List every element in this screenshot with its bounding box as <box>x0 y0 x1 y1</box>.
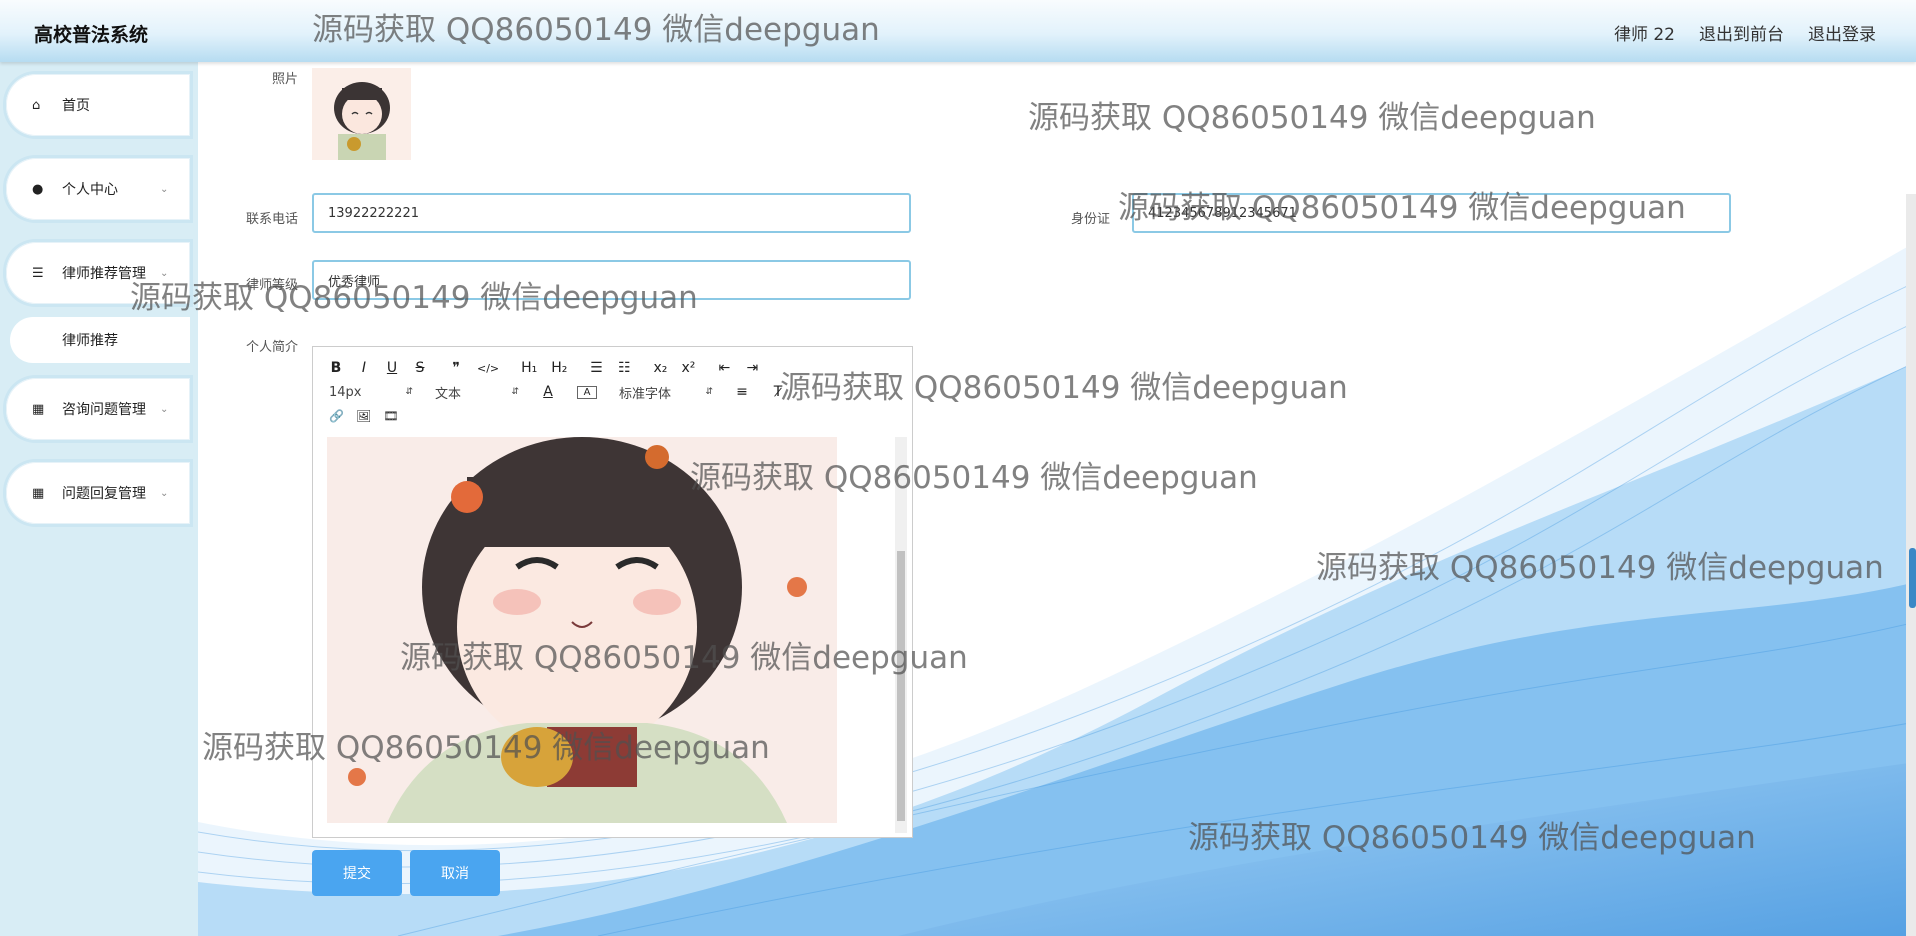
cancel-button[interactable]: 取消 <box>410 850 500 896</box>
sidebar-item-label: 问题回复管理 <box>62 486 146 502</box>
rich-text-editor[interactable]: B I U S ❞ </> H₁ H₂ ☰ ☷ x₂ x² ⇤ ⇥ 14px ⇵ <box>312 346 913 838</box>
sidebar-item-personal-center[interactable]: ● 个人中心 ⌄ <box>6 158 190 220</box>
id-card-value: 412345678912345671 <box>1148 205 1297 221</box>
sidebar-subitem-label: 律师推荐 <box>62 333 118 349</box>
exit-to-front-link[interactable]: 退出到前台 <box>1699 20 1784 45</box>
image-icon[interactable]: 🖼 <box>356 409 371 423</box>
lawyer-level-label: 律师等级 <box>245 278 298 293</box>
subscript-icon[interactable]: x₂ <box>653 360 667 376</box>
outdent-icon[interactable]: ⇤ <box>717 360 731 376</box>
sidebar-item-reply-mgmt[interactable]: ▦ 问题回复管理 ⌄ <box>6 462 190 524</box>
sidebar-item-home[interactable]: ⌂ 首页 <box>6 74 190 136</box>
superscript-icon[interactable]: x² <box>681 360 695 376</box>
sidebar-item-label: 咨询问题管理 <box>62 402 146 418</box>
sidebar: ⌂ 首页 ● 个人中心 ⌄ ☰ 律师推荐管理 ⌄ 律师推荐 ▦ 咨询问题管理 ⌄… <box>0 62 198 936</box>
chevron-down-icon: ⌄ <box>160 183 169 195</box>
bio-label: 个人简介 <box>245 340 298 355</box>
sidebar-item-label: 律师推荐管理 <box>62 266 146 282</box>
ordered-list-icon[interactable]: ☰ <box>589 360 603 376</box>
sliders-icon: ☰ <box>32 265 44 281</box>
toolbar-row-style: 14px ⇵ 文本 ⇵ A A 标准字体 ⇵ ≡ T̷ <box>329 381 785 403</box>
phone-label: 联系电话 <box>245 212 298 227</box>
top-navbar: 高校普法系统 律师 22 退出到前台 退出登录 <box>0 0 1916 62</box>
indent-icon[interactable]: ⇥ <box>745 360 759 376</box>
sidebar-item-label: 首页 <box>62 98 90 114</box>
app-title: 高校普法系统 <box>34 24 149 46</box>
grid-icon: ▦ <box>32 401 45 417</box>
page-scroll-thumb[interactable] <box>1909 548 1916 608</box>
text-type-value: 文本 <box>435 386 462 402</box>
clear-format-icon[interactable]: T̷ <box>771 384 785 400</box>
bold-icon[interactable]: B <box>329 360 343 376</box>
video-icon[interactable]: 🎞 <box>383 409 398 423</box>
submit-button[interactable]: 提交 <box>312 850 402 896</box>
toolbar-row-media: 🔗 🖼 🎞 <box>329 405 398 427</box>
heading2-icon[interactable]: H₂ <box>551 360 567 376</box>
font-family-select[interactable]: 标准字体 ⇵ <box>619 383 713 402</box>
home-icon: ⌂ <box>32 97 41 113</box>
lawyer-level-value: 优秀律师 <box>328 274 381 290</box>
id-card-input[interactable]: 412345678912345671 <box>1132 193 1731 233</box>
font-size-value: 14px <box>329 384 362 400</box>
chevron-down-icon: ⌄ <box>160 487 169 499</box>
underline-icon[interactable]: U <box>385 360 399 376</box>
text-type-select[interactable]: 文本 ⇵ <box>435 383 519 402</box>
user-icon: ● <box>32 181 44 197</box>
phone-input[interactable]: 13922222221 <box>312 193 911 233</box>
sidebar-item-lawyer-recommend-mgmt[interactable]: ☰ 律师推荐管理 ⌄ <box>6 242 190 304</box>
bullet-list-icon[interactable]: ☷ <box>617 360 631 376</box>
current-user: 律师 22 <box>1613 25 1675 45</box>
editor-scroll-thumb[interactable] <box>897 551 905 821</box>
lawyer-level-input[interactable]: 优秀律师 <box>312 260 911 300</box>
grid-icon: ▦ <box>32 485 45 501</box>
sidebar-subitem-lawyer-recommend[interactable]: 律师推荐 <box>10 317 190 363</box>
editor-scrollbar[interactable] <box>895 437 907 833</box>
toolbar-row-format: B I U S ❞ </> H₁ H₂ ☰ ☷ x₂ x² ⇤ ⇥ <box>329 357 759 379</box>
font-color-icon[interactable]: A <box>541 384 555 400</box>
code-block-icon[interactable]: </> <box>477 362 499 375</box>
editor-content-image[interactable] <box>327 437 837 823</box>
align-icon[interactable]: ≡ <box>735 384 749 400</box>
chevron-down-icon: ⌄ <box>160 267 169 279</box>
id-card-label: 身份证 <box>1070 212 1110 227</box>
select-arrow-icon: ⇵ <box>705 387 713 397</box>
main-content: 照片 联系电话 13922222221 身份证 4123456789123456… <box>198 62 1916 936</box>
font-size-select[interactable]: 14px ⇵ <box>329 385 413 400</box>
link-icon[interactable]: 🔗 <box>329 409 344 423</box>
select-arrow-icon: ⇵ <box>511 387 519 397</box>
font-family-value: 标准字体 <box>619 386 672 402</box>
editor-toolbar: B I U S ❞ </> H₁ H₂ ☰ ☷ x₂ x² ⇤ ⇥ 14px ⇵ <box>313 347 912 435</box>
blockquote-icon[interactable]: ❞ <box>449 360 463 376</box>
select-arrow-icon: ⇵ <box>405 387 413 397</box>
sidebar-item-consult-question-mgmt[interactable]: ▦ 咨询问题管理 ⌄ <box>6 378 190 440</box>
chevron-down-icon: ⌄ <box>160 403 169 415</box>
heading1-icon[interactable]: H₁ <box>521 360 537 376</box>
background-color-icon[interactable]: A <box>577 385 597 399</box>
logout-link[interactable]: 退出登录 <box>1808 20 1876 45</box>
header-actions: 律师 22 退出到前台 退出登录 <box>1614 20 1876 45</box>
italic-icon[interactable]: I <box>357 360 371 376</box>
profile-photo[interactable] <box>312 68 411 160</box>
sidebar-item-label: 个人中心 <box>62 182 118 198</box>
photo-label: 照片 <box>271 72 298 87</box>
strikethrough-icon[interactable]: S <box>413 360 427 376</box>
phone-value: 13922222221 <box>328 205 419 221</box>
